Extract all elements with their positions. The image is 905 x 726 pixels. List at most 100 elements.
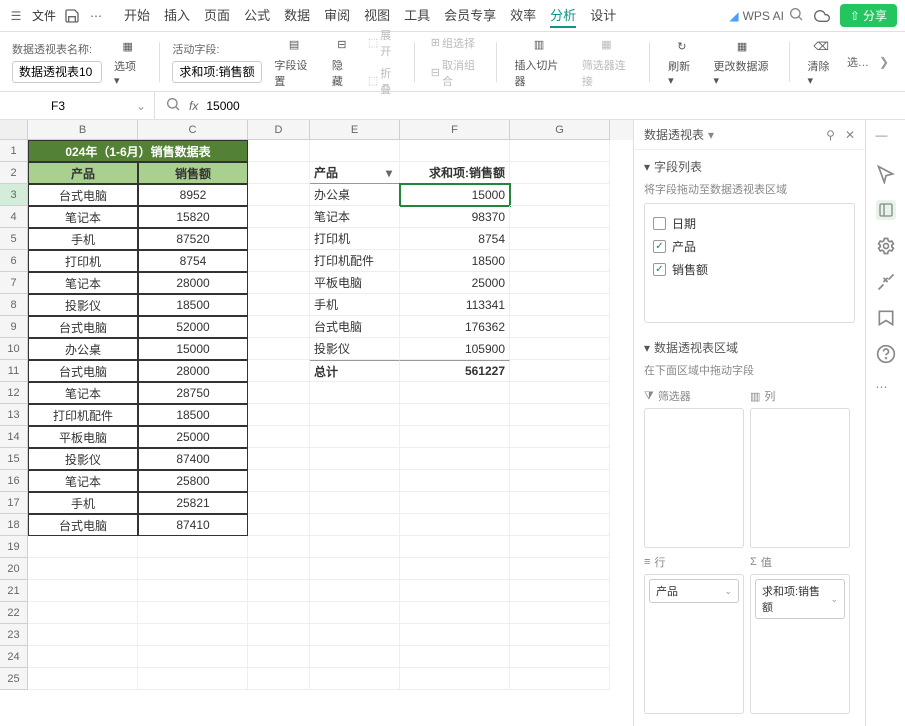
cell[interactable] [310, 602, 400, 624]
select-all-corner[interactable] [0, 120, 28, 140]
pivot-name-input[interactable] [12, 61, 102, 83]
source-product[interactable]: 台式电脑 [28, 514, 138, 536]
pin-icon[interactable]: ⚲ [826, 128, 835, 142]
save-icon[interactable] [64, 8, 80, 24]
cell[interactable] [400, 668, 510, 690]
pivot-product[interactable]: 手机 [310, 294, 400, 316]
tools-icon[interactable] [876, 272, 896, 292]
source-product[interactable]: 手机 [28, 492, 138, 514]
source-product[interactable]: 手机 [28, 228, 138, 250]
cell[interactable] [248, 558, 310, 580]
menu-tab-页面[interactable]: 页面 [204, 3, 230, 28]
row-header[interactable]: 20 [0, 558, 28, 580]
row-header[interactable]: 11 [0, 360, 28, 382]
file-menu[interactable]: 文件 [32, 7, 56, 24]
row-drop-area[interactable]: 产品⌄ [644, 574, 744, 714]
cell[interactable] [400, 602, 510, 624]
zone-item[interactable]: 产品⌄ [649, 579, 739, 603]
source-sales[interactable]: 87410 [138, 514, 248, 536]
cell[interactable] [248, 426, 310, 448]
cell[interactable] [510, 536, 610, 558]
cell[interactable] [310, 492, 400, 514]
value-drop-area[interactable]: 求和项:销售额⌄ [750, 574, 850, 714]
cell[interactable] [310, 470, 400, 492]
menu-tab-插入[interactable]: 插入 [164, 3, 190, 28]
column-drop-area[interactable] [750, 408, 850, 548]
cell[interactable] [310, 624, 400, 646]
cell[interactable] [138, 602, 248, 624]
menu-tab-分析[interactable]: 分析 [550, 3, 576, 28]
cell[interactable] [510, 514, 610, 536]
row-header[interactable]: 16 [0, 470, 28, 492]
cell[interactable] [28, 668, 138, 690]
cell[interactable] [310, 514, 400, 536]
hide-button[interactable]: ⊟ 隐藏 [326, 31, 358, 93]
row-header[interactable]: 8 [0, 294, 28, 316]
cell[interactable] [248, 624, 310, 646]
row-header[interactable]: 21 [0, 580, 28, 602]
cell[interactable] [310, 558, 400, 580]
cell[interactable] [28, 624, 138, 646]
cell[interactable] [248, 272, 310, 294]
source-sales[interactable]: 18500 [138, 404, 248, 426]
column-header[interactable]: F [400, 120, 510, 140]
menu-tab-审阅[interactable]: 审阅 [324, 3, 350, 28]
source-sales[interactable]: 25821 [138, 492, 248, 514]
hamburger-icon[interactable]: ☰ [8, 8, 24, 24]
source-sales[interactable]: 18500 [138, 294, 248, 316]
source-sales[interactable]: 28000 [138, 272, 248, 294]
chevron-down-icon[interactable]: ⌄ [136, 99, 146, 113]
cell[interactable] [138, 624, 248, 646]
cell[interactable] [248, 602, 310, 624]
field-item[interactable]: 产品 [653, 235, 846, 258]
pivot-value[interactable]: 15000 [400, 184, 510, 206]
cell[interactable] [510, 360, 610, 382]
pivot-row-header[interactable]: 产品▾ [310, 162, 400, 184]
change-source-button[interactable]: ▦ 更改数据源 ▾ [708, 32, 777, 91]
cell[interactable] [310, 536, 400, 558]
spreadsheet-grid[interactable]: BCDEFG 1024年（1-6月）销售数据表2产品销售额产品▾求和项:销售额3… [0, 120, 633, 726]
cell[interactable] [400, 536, 510, 558]
row-header[interactable]: 2 [0, 162, 28, 184]
pivot-value[interactable]: 18500 [400, 250, 510, 272]
menu-tab-效率[interactable]: 效率 [510, 3, 536, 28]
pivot-product[interactable]: 平板电脑 [310, 272, 400, 294]
row-header[interactable]: 3 [0, 184, 28, 206]
pivot-product[interactable]: 打印机配件 [310, 250, 400, 272]
column-header[interactable]: G [510, 120, 610, 140]
ribbon-more-button[interactable]: ❯ [875, 51, 893, 73]
settings-icon[interactable] [876, 236, 896, 256]
pivot-total-label[interactable]: 总计 [310, 360, 400, 382]
cell[interactable] [510, 404, 610, 426]
field-item[interactable]: 销售额 [653, 258, 846, 281]
menu-tab-工具[interactable]: 工具 [404, 3, 430, 28]
cell[interactable] [248, 514, 310, 536]
checkbox[interactable] [653, 217, 666, 230]
formula-input[interactable] [206, 99, 361, 113]
source-sales[interactable]: 87400 [138, 448, 248, 470]
checkbox[interactable] [653, 263, 666, 276]
insert-slicer-button[interactable]: ▥ 插入切片器 [508, 31, 569, 93]
cell[interactable] [248, 536, 310, 558]
cell[interactable] [510, 184, 610, 206]
cell[interactable] [400, 558, 510, 580]
cell[interactable] [248, 404, 310, 426]
cell[interactable] [510, 624, 610, 646]
cell[interactable] [510, 162, 610, 184]
cell[interactable] [400, 470, 510, 492]
cell[interactable] [400, 646, 510, 668]
filter-conn-button[interactable]: ▦ 筛选器连接 [576, 31, 637, 93]
pivot-value[interactable]: 8754 [400, 228, 510, 250]
cell[interactable] [248, 228, 310, 250]
group-select-button[interactable]: ⊞ 组选择 [427, 34, 484, 52]
pivot-value[interactable]: 25000 [400, 272, 510, 294]
cell[interactable] [310, 140, 400, 162]
column-header[interactable]: C [138, 120, 248, 140]
row-header[interactable]: 7 [0, 272, 28, 294]
pivot-value[interactable]: 105900 [400, 338, 510, 360]
wps-ai-button[interactable]: ◢ WPS AI [729, 6, 804, 25]
row-header[interactable]: 13 [0, 404, 28, 426]
bookmark-icon[interactable] [876, 308, 896, 328]
cell[interactable] [510, 338, 610, 360]
cell[interactable] [310, 448, 400, 470]
